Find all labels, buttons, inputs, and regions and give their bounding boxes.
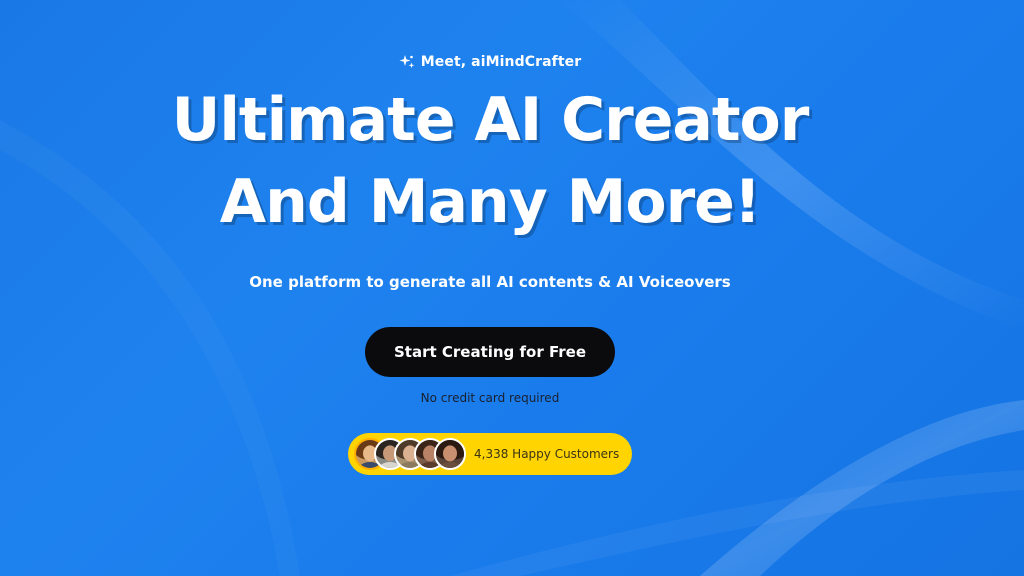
eyebrow-tagline: Meet, aiMindCrafter [0, 54, 980, 70]
customer-avatar [434, 438, 466, 470]
eyebrow-text: Meet, aiMindCrafter [420, 54, 582, 70]
headline-line-2: And Many More! [219, 167, 761, 237]
no-credit-card-note: No credit card required [420, 391, 560, 405]
sparkle-icon [399, 55, 415, 69]
happy-customers-count: 4,338 Happy Customers [474, 447, 620, 461]
start-creating-button[interactable]: Start Creating for Free [365, 327, 615, 377]
hero-subtitle: One platform to generate all AI contents… [249, 273, 731, 291]
happy-customers-badge: 4,338 Happy Customers [348, 433, 632, 475]
headline-line-1: Ultimate AI Creator [171, 85, 810, 155]
customer-avatars [352, 438, 466, 470]
